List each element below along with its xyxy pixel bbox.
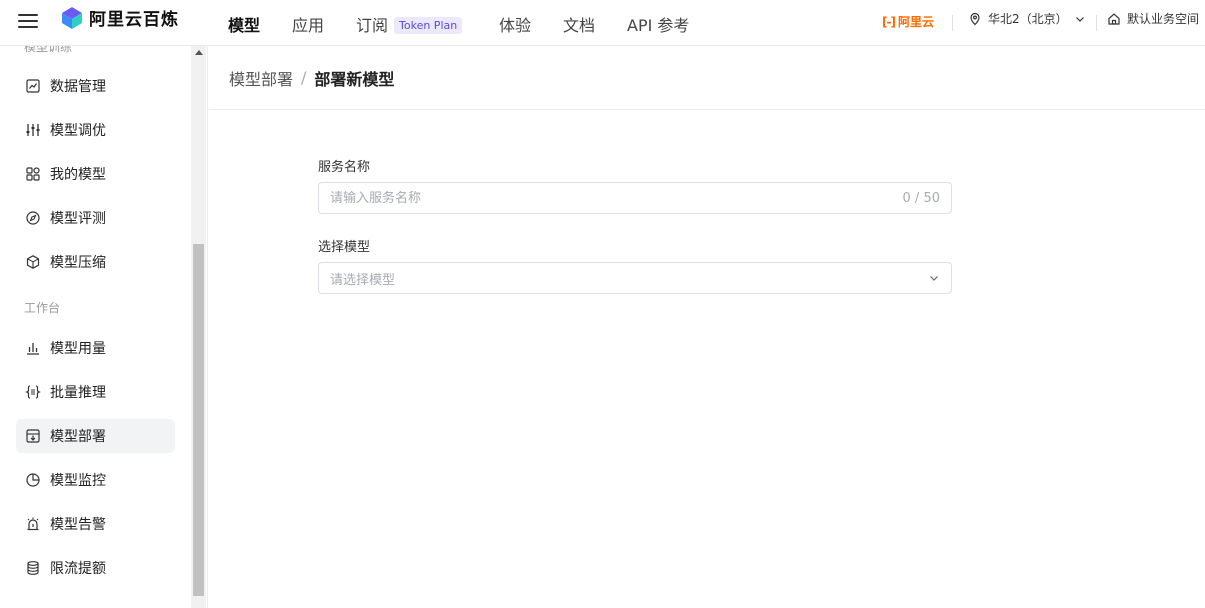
sidebar-item-label: 模型压缩 — [50, 255, 106, 271]
logo-icon — [62, 6, 82, 29]
home-icon — [1108, 12, 1120, 25]
logo-text: 阿里云百炼 — [89, 10, 179, 30]
sidebar: 模型训练 数据管理 模型调优 我的模型 模型评测 模型压缩 工作台 模型用量 批… — [0, 46, 208, 608]
nav-item-app[interactable]: 应用 — [292, 12, 324, 36]
chart-line-icon — [26, 79, 40, 93]
aliyun-link[interactable]: [-] 阿里云 — [882, 13, 934, 30]
nav-item-subscribe[interactable]: 订阅 Token Plan — [356, 12, 463, 36]
cube-icon — [26, 255, 40, 269]
compass-icon — [26, 211, 40, 225]
aliyun-label: 阿里云 — [897, 15, 934, 29]
sidebar-item-label: 模型用量 — [50, 341, 106, 357]
sidebar-item-label: 模型评测 — [50, 211, 106, 227]
sliders-icon — [26, 124, 40, 136]
chevron-down-icon — [930, 276, 938, 281]
nav-item-experience[interactable]: 体验 — [499, 12, 531, 36]
sidebar-item-label: 模型调优 — [50, 123, 106, 139]
sidebar-item-label: 模型告警 — [50, 517, 106, 533]
sidebar-item-label: 我的模型 — [50, 167, 106, 183]
sidebar-group-workbench: 工作台 — [24, 301, 61, 315]
sidebar-item-my-models[interactable]: 我的模型 — [16, 157, 175, 191]
nav-item-docs[interactable]: 文档 — [563, 12, 595, 36]
char-counter: 0 / 50 — [902, 190, 940, 206]
workspace-label: 默认业务空间 — [1127, 12, 1200, 26]
sidebar-item-label: 限流提额 — [50, 561, 106, 577]
token-plan-badge: Token Plan — [394, 17, 463, 34]
service-name-label: 服务名称 — [318, 160, 371, 175]
model-select-label: 选择模型 — [318, 240, 371, 255]
service-name-field[interactable]: 0 / 50 — [318, 182, 952, 214]
sidebar-item-model-usage[interactable]: 模型用量 — [16, 331, 175, 365]
sidebar-item-label: 数据管理 — [50, 79, 106, 95]
bar-chart-icon — [27, 343, 39, 355]
service-name-input[interactable] — [330, 190, 903, 206]
scroll-up-arrow-icon[interactable] — [195, 50, 203, 55]
sidebar-item-data-management[interactable]: 数据管理 — [16, 69, 175, 103]
sidebar-item-model-evaluation[interactable]: 模型评测 — [16, 201, 175, 235]
logo[interactable]: 阿里云百炼 — [61, 5, 179, 30]
sidebar-item-batch-inference[interactable]: 批量推理 — [16, 375, 175, 409]
sidebar-item-label: 模型部署 — [50, 429, 106, 445]
divider — [1096, 15, 1097, 31]
chevron-down-icon — [1075, 16, 1084, 22]
sidebar-item-model-monitoring[interactable]: 模型监控 — [16, 463, 175, 497]
nav-item-api-reference[interactable]: API 参考 — [627, 12, 689, 36]
scrollbar-thumb[interactable] — [193, 244, 204, 596]
alarm-icon — [27, 517, 39, 531]
location-icon — [970, 12, 980, 25]
sidebar-item-label: 模型监控 — [50, 473, 106, 489]
database-icon — [27, 561, 39, 575]
sidebar-item-model-tuning[interactable]: 模型调优 — [16, 113, 175, 147]
nav-item-model[interactable]: 模型 — [228, 12, 260, 36]
breadcrumb: 模型部署 / 部署新模型 — [209, 46, 1205, 110]
nav-item-subscribe-label: 订阅 — [356, 16, 389, 35]
top-bar: 阿里云百炼 模型 应用 订阅 Token Plan 体验 文档 API 参考 [-… — [0, 0, 1205, 46]
pie-chart-icon — [26, 473, 40, 487]
region-selector[interactable]: 华北2（北京） — [968, 10, 1086, 27]
sidebar-item-model-compression[interactable]: 模型压缩 — [16, 245, 175, 279]
sidebar-item-model-alerts[interactable]: 模型告警 — [16, 507, 175, 541]
model-select-placeholder: 请选择模型 — [330, 272, 396, 288]
deploy-icon — [26, 429, 40, 443]
sidebar-group-training: 模型训练 — [24, 46, 73, 54]
menu-icon[interactable] — [18, 11, 38, 29]
region-label: 华北2（北京） — [988, 12, 1068, 26]
breadcrumb-separator: / — [301, 68, 307, 87]
sidebar-item-rate-limit[interactable]: 限流提额 — [16, 551, 175, 585]
sidebar-scrollbar[interactable] — [191, 46, 206, 608]
breadcrumb-parent-link[interactable]: 模型部署 — [229, 66, 293, 90]
grid-icon — [26, 167, 40, 181]
braces-icon — [25, 385, 41, 399]
divider — [952, 15, 953, 31]
sidebar-item-label: 批量推理 — [50, 385, 106, 401]
aliyun-logo-icon: [-] — [882, 14, 896, 29]
workspace-selector[interactable]: 默认业务空间 — [1107, 10, 1199, 27]
model-select[interactable]: 请选择模型 — [318, 262, 952, 294]
page-title: 部署新模型 — [314, 69, 395, 89]
sidebar-item-model-deployment[interactable]: 模型部署 — [16, 419, 175, 453]
